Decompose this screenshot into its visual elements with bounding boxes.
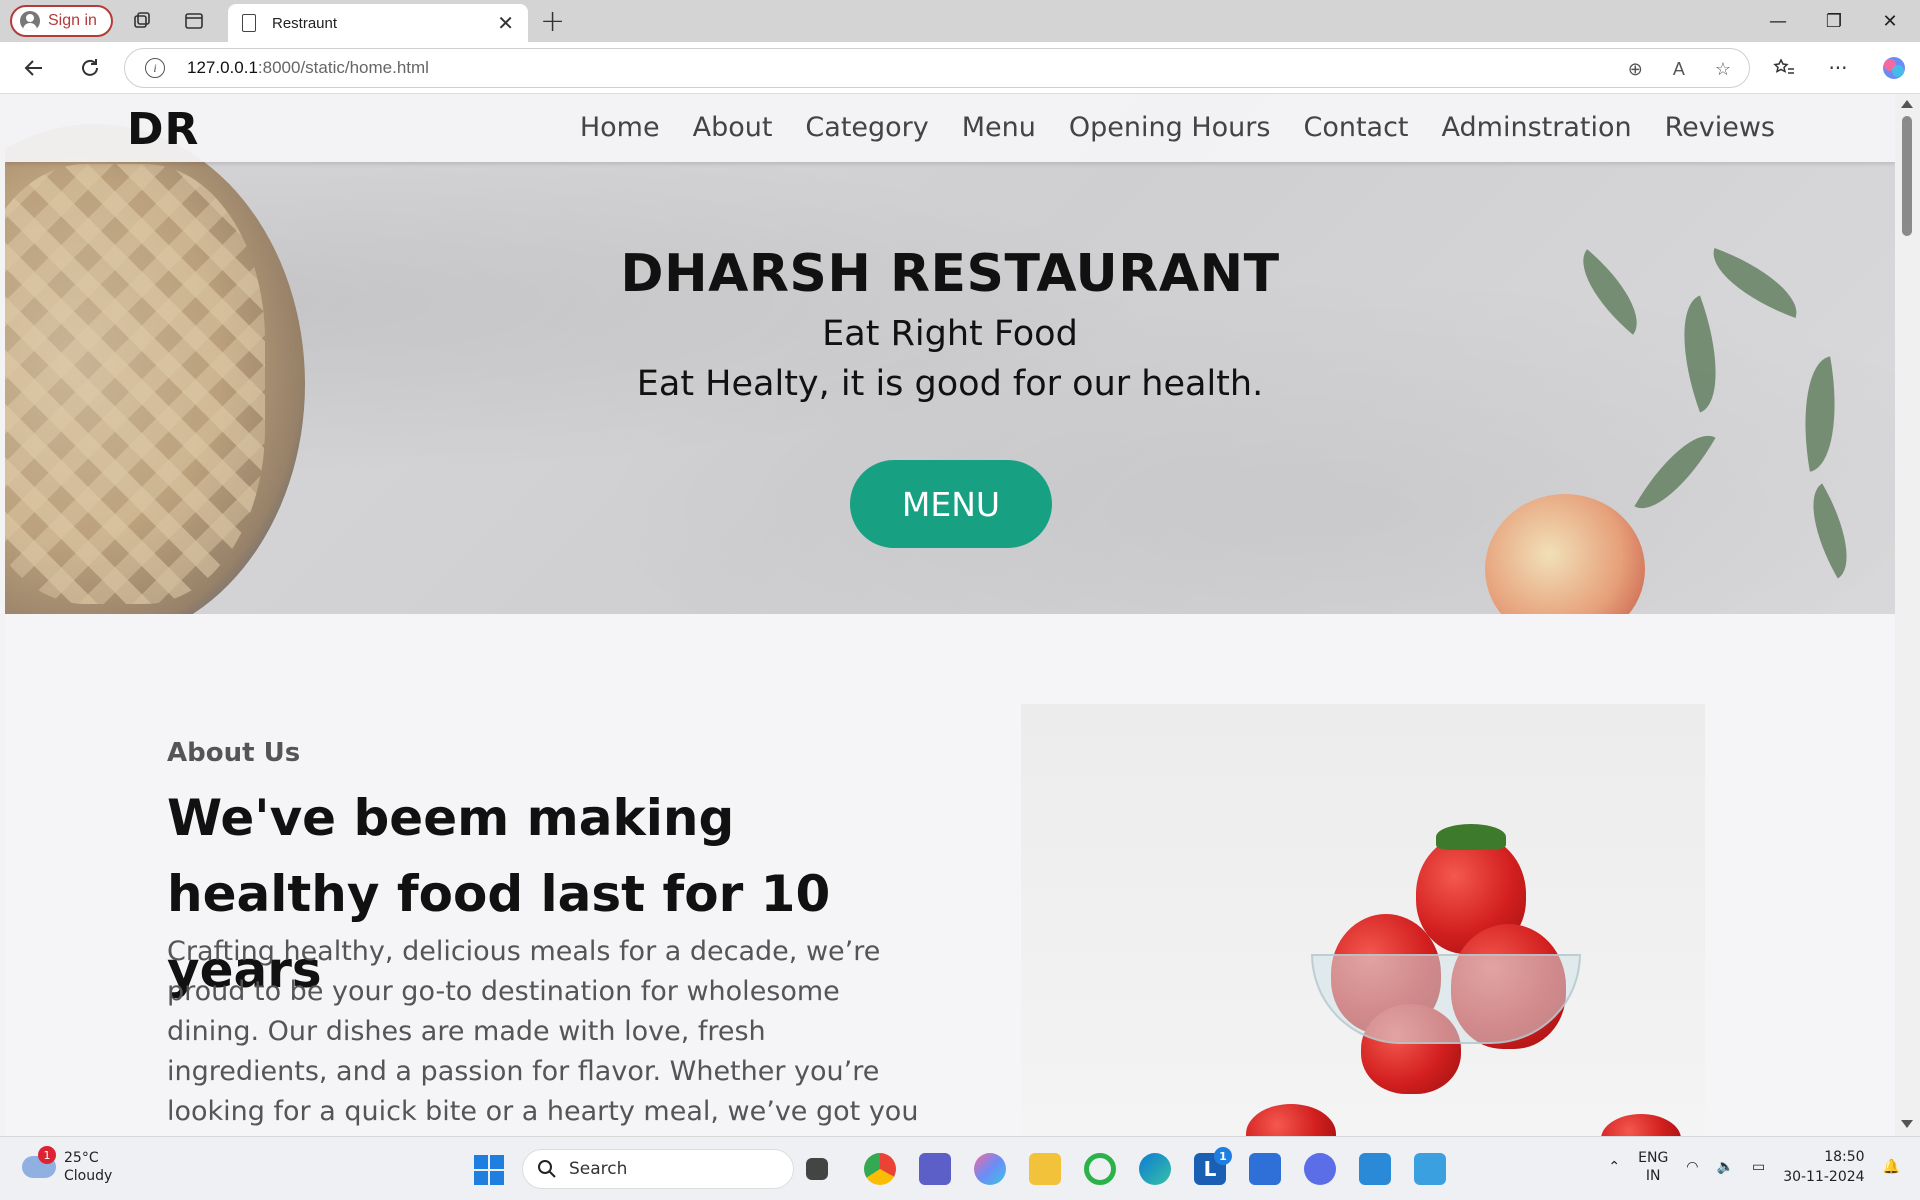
weather-desc: Cloudy [64,1168,113,1184]
profile-icon [20,11,40,31]
leaf-image [1634,419,1716,525]
l-app-icon[interactable]: L1 [1194,1147,1232,1185]
language-indicator[interactable]: ENG IN [1638,1149,1668,1185]
hero-title: DHARSH RESTAURANT [620,244,1280,304]
favorites-icon[interactable] [1768,52,1800,84]
site-info-icon[interactable]: i [145,58,165,78]
copilot-icon[interactable] [1878,52,1910,84]
weather-badge: 1 [38,1146,56,1164]
task-view-icon[interactable] [806,1158,828,1180]
about-section: About Us We've beem making healthy food … [5,614,1895,1136]
back-icon[interactable] [18,52,50,84]
sign-in-label: Sign in [48,12,97,29]
site-navbar: DR Home About Category Menu Opening Hour… [5,94,1895,162]
notifications-bell-icon[interactable]: 🔔 [1883,1159,1900,1175]
battery-icon[interactable]: ▭ [1752,1159,1765,1175]
cloud-icon: 1 [22,1146,56,1178]
a-app-icon[interactable] [1304,1153,1336,1185]
browser-tab-active[interactable]: Restraunt ✕ [228,4,528,42]
search-icon [538,1160,556,1178]
nav-link-opening-hours[interactable]: Opening Hours [1069,112,1271,143]
read-aloud-icon[interactable]: A [1673,59,1685,80]
new-tab-icon[interactable]: + [540,4,565,39]
nav-links: Home About Category Menu Opening Hours C… [580,112,1775,143]
clock-date: 30-11-2024 [1783,1169,1865,1185]
page-scrollbar[interactable] [1895,94,1920,1136]
taskbar-search[interactable]: Search [522,1149,794,1189]
edge-icon[interactable] [1139,1153,1171,1185]
windows-taskbar: 1 25°C Cloudy Search L1 ⌃ ENG IN ◠ 🔈 ▭ 1… [0,1136,1920,1200]
scroll-down-icon[interactable] [1901,1120,1913,1128]
teams-icon[interactable] [919,1153,951,1185]
about-body: Crafting healthy, delicious meals for a … [167,936,919,1127]
page-viewport: DR Home About Category Menu Opening Hour… [5,94,1895,1136]
scrollbar-thumb[interactable] [1902,116,1912,236]
store-icon[interactable] [1249,1153,1281,1185]
close-tab-icon[interactable]: ✕ [497,11,514,36]
weather-temp: 25°C [64,1150,99,1166]
photos-icon[interactable] [1414,1153,1446,1185]
browser-tab-bar: Sign in Restraunt ✕ + — ❐ ✕ [0,0,1920,42]
lang-line2: IN [1645,1168,1661,1184]
close-window-icon[interactable]: ✕ [1862,0,1918,42]
tab-actions-icon[interactable] [180,7,208,35]
about-kicker: About Us [167,738,301,768]
copilot-app-icon[interactable] [974,1153,1006,1185]
sign-in-button[interactable]: Sign in [10,5,113,37]
menu-button[interactable]: MENU [850,460,1052,548]
nav-link-reviews[interactable]: Reviews [1665,112,1775,143]
wifi-icon[interactable]: ◠ [1686,1159,1698,1175]
zoom-icon[interactable]: ⊕ [1628,59,1643,80]
chrome-icon[interactable] [864,1153,896,1185]
url-host: 127.0.0.1 [187,58,258,77]
hero-text: DHARSH RESTAURANT Eat Right Food Eat Hea… [5,244,1895,404]
clock[interactable]: 18:50 30-11-2024 [1783,1147,1864,1187]
scroll-up-icon[interactable] [1901,100,1913,108]
nav-link-category[interactable]: Category [805,112,928,143]
green-app-icon[interactable] [1084,1153,1116,1185]
file-explorer-icon[interactable] [1029,1153,1061,1185]
strawberries-image [1021,704,1705,1136]
hero-tagline: Eat Healty, it is good for our health. [636,364,1264,404]
workspaces-icon[interactable] [128,7,156,35]
vscode-icon[interactable] [1359,1153,1391,1185]
lang-line1: ENG [1638,1150,1669,1166]
refresh-icon[interactable] [74,52,106,84]
search-label: Search [569,1159,628,1179]
app-badge: 1 [1214,1147,1232,1165]
nav-link-administration[interactable]: Adminstration [1442,112,1632,143]
nav-link-home[interactable]: Home [580,112,660,143]
weather-widget[interactable]: 1 25°C Cloudy [22,1146,113,1185]
clock-time: 18:50 [1824,1149,1865,1165]
address-toolbar: i 127.0.0.1:8000/static/home.html ⊕ A ☆ … [0,42,1920,94]
system-tray: ⌃ ENG IN ◠ 🔈 ▭ 18:50 30-11-2024 🔔 [1608,1147,1900,1187]
restore-icon[interactable]: ❐ [1806,0,1862,42]
page-icon [242,14,256,32]
tab-title: Restraunt [272,14,338,32]
address-bar[interactable]: i 127.0.0.1:8000/static/home.html ⊕ A ☆ [124,48,1750,88]
favorite-star-icon[interactable]: ☆ [1715,59,1731,80]
leaf-image [1792,483,1868,579]
site-logo[interactable]: DR [127,104,199,155]
hero-subtitle: Eat Right Food [822,314,1078,354]
more-options-icon[interactable]: ··· [1822,52,1854,84]
volume-icon[interactable]: 🔈 [1717,1159,1734,1175]
nav-link-menu[interactable]: Menu [962,112,1036,143]
show-hidden-icons-icon[interactable]: ⌃ [1608,1159,1620,1175]
start-button[interactable] [474,1155,504,1185]
nav-link-contact[interactable]: Contact [1303,112,1408,143]
minimize-icon[interactable]: — [1750,0,1806,42]
nav-link-about[interactable]: About [693,112,773,143]
url-path: :8000/static/home.html [257,58,429,77]
hero-section: DR Home About Category Menu Opening Hour… [5,94,1895,644]
